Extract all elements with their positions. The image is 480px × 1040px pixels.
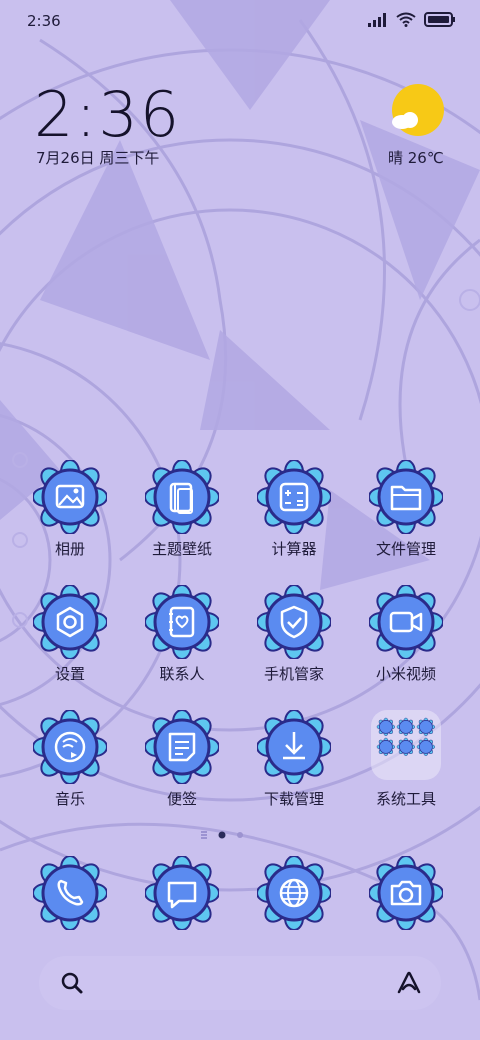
notes-icon [145,710,219,784]
page-indicator[interactable] [200,829,280,841]
wifi-icon [396,12,416,27]
phone-icon [33,856,107,930]
clock-widget[interactable]: 2:36 [34,78,181,151]
app-notes[interactable]: 便签 [126,710,238,809]
dock-camera[interactable] [350,856,462,930]
app-files[interactable]: 文件管理 [350,460,462,559]
download-icon [257,710,331,784]
security-icon [257,585,331,659]
video-icon [369,585,443,659]
app-themes[interactable]: 主题壁纸 [126,460,238,559]
home-menu-icon [201,831,207,839]
app-label: 下载管理 [263,790,324,808]
signal-icon [368,12,386,27]
app-label: 手机管家 [263,665,324,683]
folder-group-icon [376,717,436,757]
dock-browser[interactable] [238,856,350,930]
app-label: 联系人 [159,665,205,683]
app-contacts[interactable]: 联系人 [126,585,238,684]
settings-icon [33,585,107,659]
assistant-icon[interactable] [395,970,423,996]
sunny-cloud-icon[interactable] [390,84,444,138]
dock-phone[interactable] [14,856,126,930]
app-settings[interactable]: 设置 [14,585,126,684]
weather-label: 晴 26℃ [388,149,444,167]
app-security[interactable]: 手机管家 [238,585,350,684]
app-music[interactable]: 音乐 [14,710,126,809]
status-icons [368,12,456,27]
app-video[interactable]: 小米视频 [350,585,462,684]
app-calculator[interactable]: 计算器 [238,460,350,559]
browser-icon [257,856,331,930]
app-label: 系统工具 [375,790,436,808]
date-label: 7月26日 周三下午 [36,149,160,167]
app-label: 文件管理 [375,540,436,558]
music-icon [33,710,107,784]
themes-icon [145,460,219,534]
folder-icon [369,460,443,534]
gallery-icon [33,460,107,534]
app-downloads[interactable]: 下载管理 [238,710,350,809]
app-label: 计算器 [271,540,317,558]
app-folder-system-tools[interactable]: 系统工具 [350,710,462,809]
search-bar[interactable] [39,956,441,1010]
app-label: 主题壁纸 [151,540,212,558]
app-label: 音乐 [54,790,85,808]
app-gallery[interactable]: 相册 [14,460,126,559]
app-label: 小米视频 [375,665,436,683]
status-time: 2:36 [27,12,61,30]
battery-icon [424,12,455,27]
dock-messages[interactable] [126,856,238,930]
calculator-icon [257,460,331,534]
app-label: 相册 [54,540,85,558]
contacts-icon [145,585,219,659]
camera-icon [369,856,443,930]
app-label: 便签 [166,790,197,808]
messages-icon [145,856,219,930]
status-bar: 2:36 [0,0,480,40]
app-label: 设置 [54,665,85,683]
search-icon[interactable] [59,970,85,996]
